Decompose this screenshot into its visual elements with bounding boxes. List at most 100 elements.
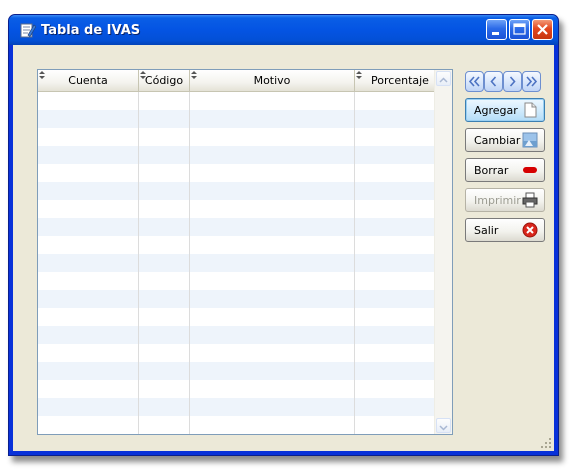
table-cell (139, 236, 190, 254)
table-cell (38, 254, 139, 272)
table-cell (38, 380, 139, 398)
table-row[interactable] (38, 344, 435, 362)
table-cell (190, 326, 355, 344)
scroll-down-button[interactable] (436, 418, 451, 433)
column-header-codigo[interactable]: Código (139, 70, 190, 91)
table-cell (190, 92, 355, 110)
table-header: Cuenta Código Motivo Porcentaje (38, 70, 435, 92)
table-cell (190, 290, 355, 308)
table-row[interactable] (38, 92, 435, 110)
table-cell (38, 146, 139, 164)
table-cell (139, 290, 190, 308)
table-cell (38, 272, 139, 290)
table-row[interactable] (38, 308, 435, 326)
close-button[interactable] (532, 19, 553, 40)
table-cell (38, 164, 139, 182)
title-bar[interactable]: Tabla de IVAS (9, 15, 558, 45)
column-header-motivo[interactable]: Motivo (190, 70, 355, 91)
table-row[interactable] (38, 218, 435, 236)
table-row[interactable] (38, 326, 435, 344)
table-cell (139, 254, 190, 272)
table-cell (38, 362, 139, 380)
resize-grip-icon[interactable] (540, 437, 552, 449)
first-record-button[interactable] (465, 71, 484, 92)
table-cell (139, 182, 190, 200)
table-row[interactable] (38, 380, 435, 398)
table-cell (355, 362, 435, 380)
sort-icon (39, 71, 45, 79)
next-record-icon (509, 76, 516, 87)
add-button[interactable]: Agregar (465, 98, 545, 122)
change-button[interactable]: Cambiar (465, 128, 545, 152)
maximize-icon (513, 23, 526, 35)
maximize-button[interactable] (509, 19, 530, 40)
table-row[interactable] (38, 164, 435, 182)
table-cell (190, 110, 355, 128)
table-row[interactable] (38, 254, 435, 272)
table-cell (38, 326, 139, 344)
table-cell (355, 236, 435, 254)
table-cell (38, 290, 139, 308)
table-row[interactable] (38, 398, 435, 416)
next-record-button[interactable] (503, 71, 522, 92)
table-cell (139, 308, 190, 326)
table-cell (355, 110, 435, 128)
table-cell (190, 272, 355, 290)
minus-icon (523, 167, 537, 173)
table-cell (190, 362, 355, 380)
close-icon (537, 24, 548, 35)
print-button[interactable]: Imprimir (465, 188, 545, 212)
table-cell (139, 110, 190, 128)
table-row[interactable] (38, 416, 435, 434)
table-cell (190, 416, 355, 434)
table-cell (355, 416, 435, 434)
column-label: Motivo (253, 74, 291, 87)
window-frame: Tabla de IVAS Cuenta Código Motivo Porce… (8, 14, 559, 456)
table-row[interactable] (38, 200, 435, 218)
table-row[interactable] (38, 182, 435, 200)
column-header-porcentaje[interactable]: Porcentaje (355, 70, 435, 91)
table-cell (355, 146, 435, 164)
table-cell (38, 128, 139, 146)
record-navigation (465, 71, 541, 92)
table-cell (190, 128, 355, 146)
table-cell (190, 380, 355, 398)
table-row[interactable] (38, 146, 435, 164)
table-cell (139, 218, 190, 236)
table-cell (38, 182, 139, 200)
table-cell (190, 398, 355, 416)
vertical-scrollbar[interactable] (434, 70, 452, 434)
table-row[interactable] (38, 110, 435, 128)
minimize-button[interactable] (486, 19, 507, 40)
table-cell (355, 182, 435, 200)
iva-table[interactable]: Cuenta Código Motivo Porcentaje (37, 69, 453, 435)
table-cell (190, 146, 355, 164)
table-cell (139, 200, 190, 218)
window-title: Tabla de IVAS (41, 23, 141, 38)
table-row[interactable] (38, 362, 435, 380)
scroll-up-button[interactable] (436, 71, 451, 86)
table-cell (38, 398, 139, 416)
column-header-cuenta[interactable]: Cuenta (38, 70, 139, 91)
table-cell (38, 416, 139, 434)
table-cell (139, 128, 190, 146)
sort-icon (140, 71, 146, 79)
table-cell (139, 272, 190, 290)
new-document-icon (524, 102, 537, 118)
table-cell (190, 164, 355, 182)
table-row[interactable] (38, 290, 435, 308)
table-cell (139, 416, 190, 434)
print-button-label: Imprimir (474, 194, 521, 207)
table-row[interactable] (38, 236, 435, 254)
delete-button[interactable]: Borrar (465, 158, 545, 182)
table-cell (38, 308, 139, 326)
table-row[interactable] (38, 272, 435, 290)
previous-record-button[interactable] (484, 71, 503, 92)
exit-button[interactable]: Salir (465, 218, 545, 242)
add-button-label: Agregar (474, 104, 518, 117)
minimize-icon (492, 32, 499, 35)
table-row[interactable] (38, 128, 435, 146)
table-cell (38, 200, 139, 218)
table-cell (355, 254, 435, 272)
last-record-button[interactable] (522, 71, 541, 92)
